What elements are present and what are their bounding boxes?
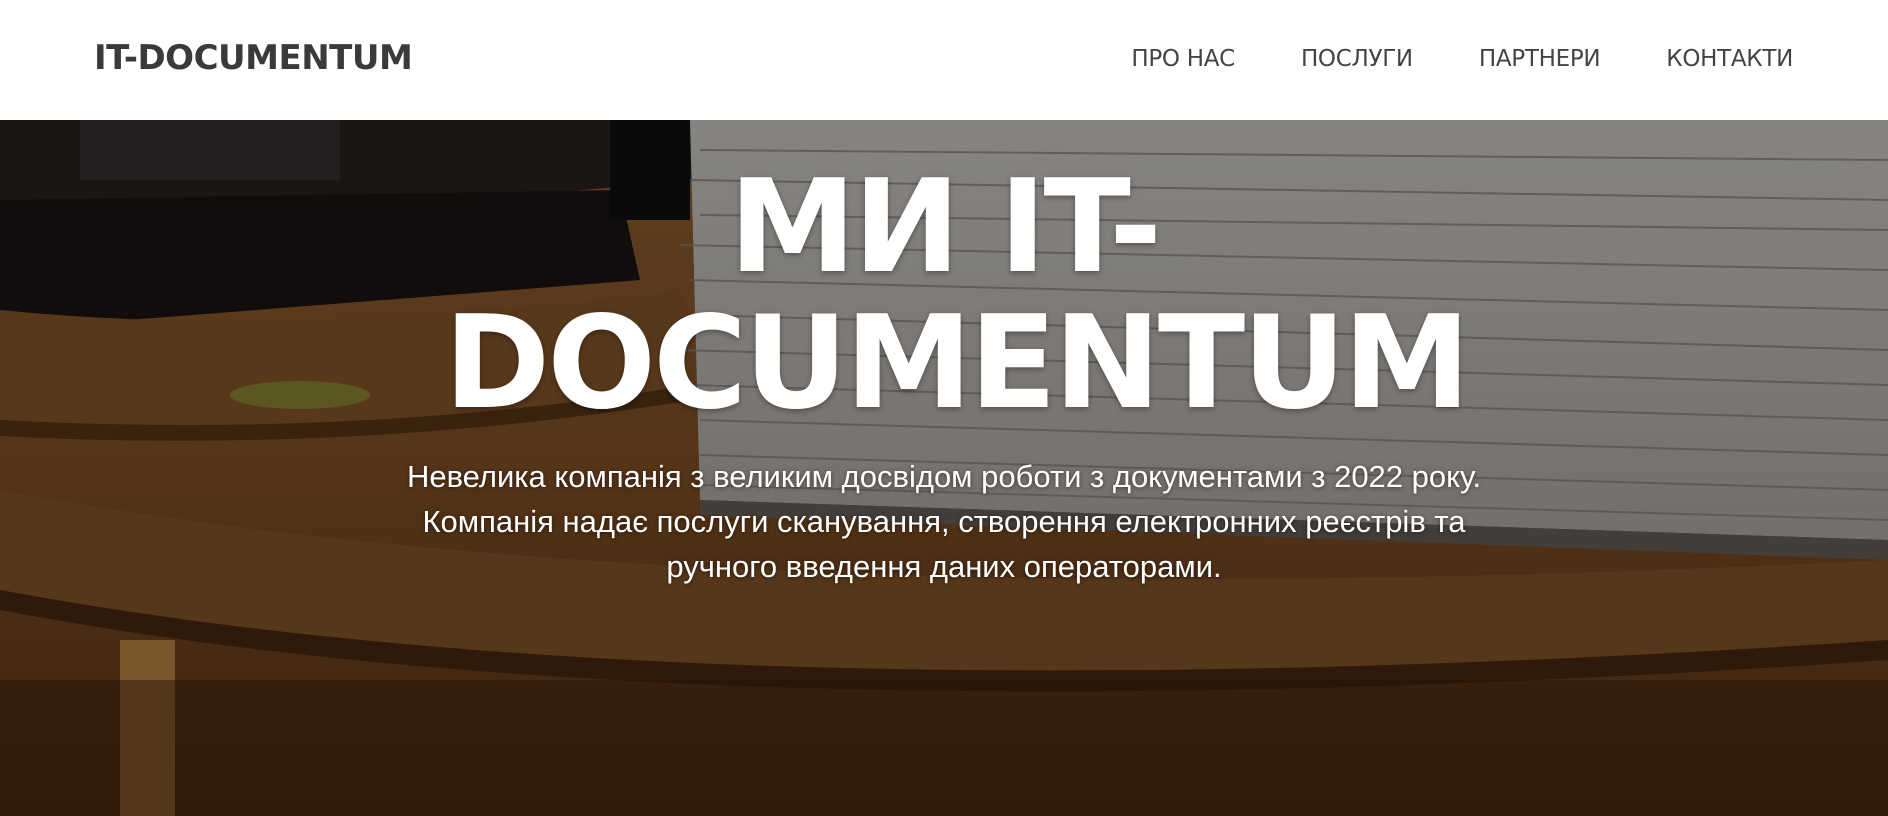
nav-link-services[interactable]: ПОСЛУГИ [1301, 46, 1413, 72]
hero-content: МИ IT-DOCUMENTUM Невелика компанія з вел… [0, 120, 1888, 589]
nav-link-partners[interactable]: ПАРТНЕРИ [1479, 46, 1601, 72]
hero-subtitle: Невелика компанія з великим досвідом роб… [406, 459, 1482, 584]
nav-link-about[interactable]: ПРО НАС [1131, 46, 1235, 72]
hero-section: МИ IT-DOCUMENTUM Невелика компанія з вел… [0, 120, 1888, 816]
nav-menu: ПРО НАС ПОСЛУГИ ПАРТНЕРИ КОНТАКТИ [1065, 46, 1793, 72]
brand-logo-link[interactable]: IT-DOCUMENTUM [94, 38, 413, 78]
site-navbar: IT-DOCUMENTUM ПРО НАС ПОСЛУГИ ПАРТНЕРИ К… [0, 0, 1888, 120]
hero-title: МИ IT-DOCUMENTUM [444, 153, 1471, 438]
nav-link-contacts[interactable]: КОНТАКТИ [1666, 46, 1793, 72]
